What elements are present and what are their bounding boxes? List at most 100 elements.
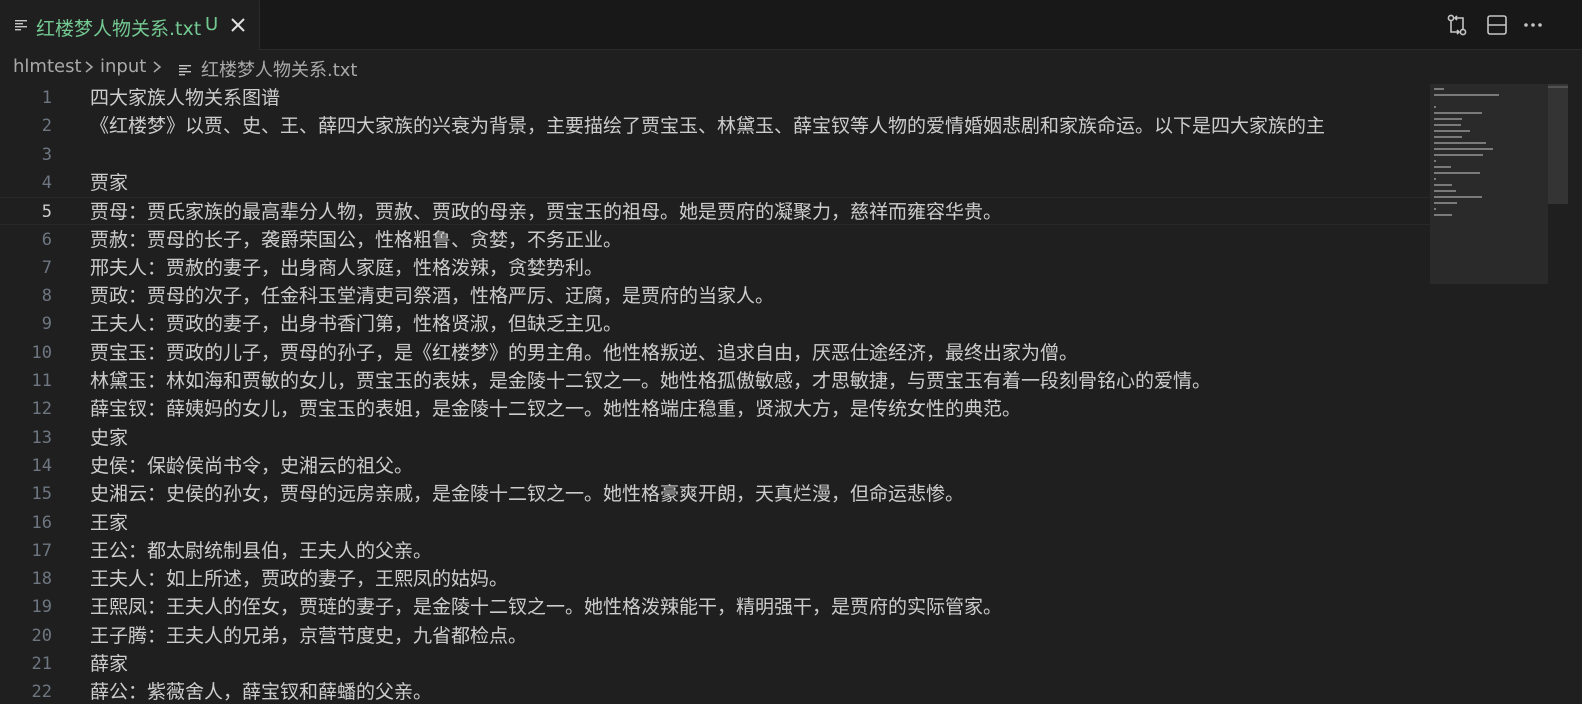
code-line[interactable]: 7 邢夫人：贾赦的妻子，出身商人家庭，性格泼辣，贪婪势利。 bbox=[0, 254, 1430, 282]
line-number: 15 bbox=[31, 484, 52, 505]
minimap-line bbox=[1434, 136, 1462, 138]
code-line[interactable]: 17 王公：都太尉统制县伯，王夫人的父亲。 bbox=[0, 537, 1430, 565]
line-text: 王子腾：王夫人的兄弟，京营节度史，九省都检点。 bbox=[90, 624, 528, 647]
line-text: 薛公：紫薇舍人，薛宝钗和薛蟠的父亲。 bbox=[90, 681, 433, 704]
tab-title: 红楼梦人物关系.txt bbox=[36, 18, 202, 40]
line-text: 王夫人：如上所述，贾政的妻子，王熙凤的姑妈。 bbox=[90, 568, 509, 591]
code-line[interactable]: 8 贾政：贾母的次子，任金科玉堂清吏司祭酒，性格严厉、迂腐，是贾府的当家人。 bbox=[0, 282, 1430, 310]
code-line[interactable]: 6 贾赦：贾母的长子，袭爵荣国公，性格粗鲁、贪婪，不务正业。 bbox=[0, 226, 1430, 254]
split-editor-icon[interactable] bbox=[1484, 12, 1510, 38]
line-number: 7 bbox=[41, 257, 52, 278]
compare-changes-icon[interactable] bbox=[1444, 12, 1470, 38]
chevron-right-icon bbox=[85, 61, 94, 73]
line-text: 史家 bbox=[90, 426, 129, 449]
line-number: 6 bbox=[41, 229, 52, 250]
line-text: 贾宝玉：贾政的儿子，贾母的孙子，是《红楼梦》的男主角。他性格叛逆、追求自由，厌恶… bbox=[90, 341, 1079, 364]
minimap-line bbox=[1434, 94, 1499, 96]
line-number: 11 bbox=[31, 371, 52, 391]
line-number: 1 bbox=[41, 88, 52, 108]
line-number: 19 bbox=[31, 597, 52, 618]
minimap-line bbox=[1434, 190, 1456, 192]
line-number: 16 bbox=[31, 512, 52, 533]
line-number: 10 bbox=[31, 342, 52, 363]
minimap-line bbox=[1434, 112, 1482, 114]
line-number: 5 bbox=[41, 202, 52, 223]
code-line[interactable]: 21 薛家 bbox=[0, 650, 1430, 678]
line-number: 20 bbox=[31, 625, 52, 646]
minimap-line bbox=[1434, 178, 1436, 180]
code-line[interactable]: 15 史湘云：史侯的孙女，贾母的远房亲戚，是金陵十二钗之一。她性格豪爽开朗，天真烂… bbox=[0, 480, 1430, 508]
code-line[interactable]: 2 《红楼梦》以贾、史、王、薛四大家族的兴衰为背景，主要描绘了贾宝玉、林黛玉、薛宝… bbox=[0, 112, 1430, 140]
minimap-line bbox=[1434, 106, 1436, 108]
minimap-line bbox=[1434, 88, 1444, 90]
minimap[interactable] bbox=[1430, 84, 1548, 704]
editor-text-area[interactable]: 1 四大家族人物关系图谱 2 《红楼梦》以贾、史、王、薛四大家族的兴衰为背景，主要描绘… bbox=[0, 84, 1430, 704]
breadcrumb-folder[interactable]: input bbox=[100, 56, 146, 77]
minimap-line bbox=[1434, 172, 1480, 174]
line-text: 王夫人：贾政的妻子，出身书香门第，性格贤淑，但缺乏主见。 bbox=[90, 313, 623, 336]
line-text: 王公：都太尉统制县伯，王夫人的父亲。 bbox=[90, 539, 433, 562]
line-number: 9 bbox=[41, 314, 52, 335]
minimap-line bbox=[1434, 214, 1452, 216]
chevron-right-icon bbox=[153, 61, 162, 73]
line-text: 贾政：贾母的次子，任金科玉堂清吏司祭酒，性格严厉、迂腐，是贾府的当家人。 bbox=[90, 285, 775, 308]
line-number: 17 bbox=[31, 540, 52, 561]
line-text: 王家 bbox=[90, 511, 129, 534]
line-number: 18 bbox=[31, 569, 52, 590]
line-number: 2 bbox=[41, 116, 52, 137]
code-line[interactable]: 18 王夫人：如上所述，贾政的妻子，王熙凤的姑妈。 bbox=[0, 565, 1430, 593]
minimap-line bbox=[1434, 202, 1457, 204]
code-line[interactable]: 4 贾家 bbox=[0, 169, 1430, 197]
line-number: 12 bbox=[31, 399, 52, 420]
line-number: 3 bbox=[41, 144, 52, 165]
line-text: 邢夫人：贾赦的妻子，出身商人家庭，性格泼辣，贪婪势利。 bbox=[90, 256, 604, 279]
breadcrumb-root[interactable]: hlmtest bbox=[13, 56, 82, 77]
minimap-line bbox=[1434, 196, 1482, 198]
code-line[interactable]: 16 王家 bbox=[0, 509, 1430, 537]
line-text: 史侯：保龄侯尚书令，史湘云的祖父。 bbox=[90, 454, 414, 477]
file-lines-icon bbox=[15, 20, 27, 31]
minimap-line bbox=[1434, 160, 1436, 162]
line-text: 四大家族人物关系图谱 bbox=[90, 87, 281, 109]
line-text: 薛家 bbox=[90, 653, 129, 675]
line-text: 薛宝钗：薛姨妈的女儿，贾宝玉的表姐，是金陵十二钗之一。她性格端庄稳重，贤淑大方，… bbox=[90, 398, 1022, 421]
line-text: 贾母：贾氏家族的最高辈分人物，贾赦、贾政的母亲，贾宝玉的祖母。她是贾府的凝聚力，… bbox=[90, 201, 1003, 224]
code-line[interactable]: 11 林黛玉：林如海和贾敏的女儿，贾宝玉的表妹，是金陵十二钗之一。她性格孤傲敏感，… bbox=[0, 367, 1430, 395]
vertical-scrollbar[interactable] bbox=[1548, 84, 1582, 704]
minimap-line bbox=[1434, 148, 1493, 150]
line-text: 史湘云：史侯的孙女，贾母的远房亲戚，是金陵十二钗之一。她性格豪爽开朗，天真烂漫，… bbox=[90, 483, 965, 506]
scrollbar-thumb[interactable] bbox=[1548, 84, 1568, 204]
code-line[interactable]: 20 王子腾：王夫人的兄弟，京营节度史，九省都检点。 bbox=[0, 622, 1430, 650]
line-number: 8 bbox=[41, 286, 52, 307]
line-number: 22 bbox=[31, 682, 52, 703]
code-line[interactable]: 1 四大家族人物关系图谱 bbox=[0, 84, 1430, 112]
git-status-badge: U bbox=[205, 14, 219, 35]
file-lines-icon bbox=[179, 65, 191, 76]
close-icon[interactable] bbox=[228, 15, 248, 35]
minimap-line bbox=[1434, 208, 1436, 210]
minimap-line bbox=[1434, 130, 1470, 132]
code-line[interactable]: 13 史家 bbox=[0, 424, 1430, 452]
code-line[interactable]: 22 薛公：紫薇舍人，薛宝钗和薛蟠的父亲。 bbox=[0, 678, 1430, 704]
minimap-line bbox=[1434, 124, 1461, 126]
line-text: 《红楼梦》以贾、史、王、薛四大家族的兴衰为背景，主要描绘了贾宝玉、林黛玉、薛宝钗… bbox=[90, 115, 1326, 138]
minimap-line bbox=[1434, 118, 1462, 120]
code-line[interactable]: 5 贾母：贾氏家族的最高辈分人物，贾赦、贾政的母亲，贾宝玉的祖母。她是贾府的凝聚力… bbox=[0, 197, 1430, 226]
code-line[interactable]: 9 王夫人：贾政的妻子，出身书香门第，性格贤淑，但缺乏主见。 bbox=[0, 310, 1430, 338]
code-line[interactable]: 10 贾宝玉：贾政的儿子，贾母的孙子，是《红楼梦》的男主角。他性格叛逆、追求自由，… bbox=[0, 339, 1430, 367]
code-line[interactable]: 14 史侯：保龄侯尚书令，史湘云的祖父。 bbox=[0, 452, 1430, 480]
minimap-line bbox=[1434, 142, 1486, 144]
more-actions-icon[interactable] bbox=[1520, 12, 1546, 38]
editor-tab[interactable]: 红楼梦人物关系.txt U bbox=[0, 0, 260, 50]
breadcrumb-file[interactable]: 红楼梦人物关系.txt bbox=[201, 56, 358, 82]
minimap-line bbox=[1434, 154, 1483, 156]
code-line[interactable]: 3 bbox=[0, 141, 1430, 169]
minimap-line bbox=[1434, 166, 1451, 168]
line-text: 王熙凤：王夫人的侄女，贾琏的妻子，是金陵十二钗之一。她性格泼辣能干，精明强干，是… bbox=[90, 596, 1003, 619]
line-number: 4 bbox=[41, 172, 52, 193]
line-number: 14 bbox=[31, 455, 52, 476]
code-line[interactable]: 12 薛宝钗：薛姨妈的女儿，贾宝玉的表姐，是金陵十二钗之一。她性格端庄稳重，贤淑大… bbox=[0, 395, 1430, 423]
line-text: 贾家 bbox=[90, 171, 129, 194]
code-line[interactable]: 19 王熙凤：王夫人的侄女，贾琏的妻子，是金陵十二钗之一。她性格泼辣能干，精明强干… bbox=[0, 593, 1430, 621]
tab-bar: 红楼梦人物关系.txt U bbox=[0, 0, 1582, 50]
